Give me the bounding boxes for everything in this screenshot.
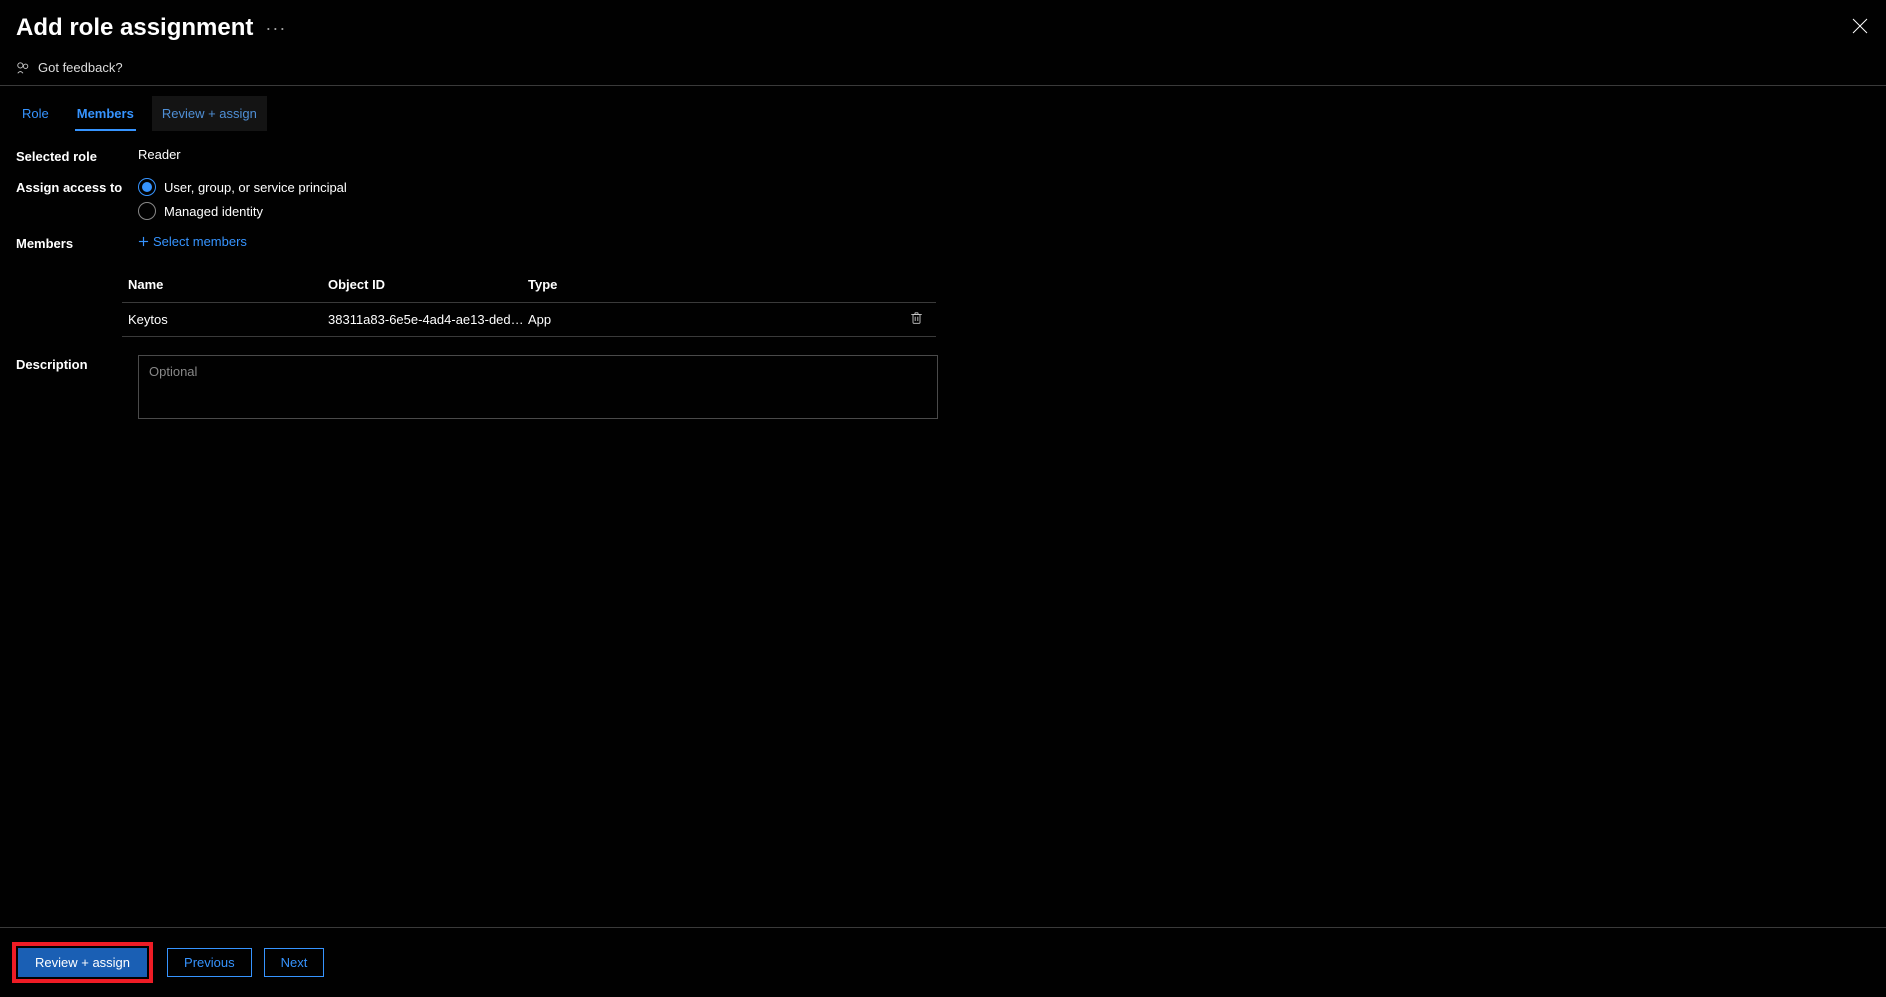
th-object-id: Object ID: [328, 277, 528, 292]
description-input[interactable]: [138, 355, 938, 419]
row-selected-role: Selected role Reader: [16, 147, 1870, 164]
row-members: Members Select members: [16, 234, 1870, 251]
radio-user-label: User, group, or service principal: [164, 180, 347, 195]
table-header: Name Object ID Type: [122, 269, 936, 303]
plus-icon: [138, 236, 149, 247]
value-selected-role: Reader: [138, 147, 1870, 162]
delete-row-button[interactable]: [910, 311, 923, 325]
highlight-annotation: Review + assign: [12, 942, 153, 983]
tab-role[interactable]: Role: [12, 96, 59, 131]
th-name: Name: [128, 277, 328, 292]
feedback-icon: [16, 61, 30, 75]
label-assign-access: Assign access to: [16, 178, 138, 195]
close-button[interactable]: [1852, 18, 1868, 34]
radio-unselected-icon: [138, 202, 156, 220]
td-name: Keytos: [128, 312, 328, 327]
radio-selected-icon: [138, 178, 156, 196]
th-type: Type: [528, 277, 896, 292]
feedback-link[interactable]: Got feedback?: [38, 60, 123, 75]
table-body: Keytos 38311a83-6e5e-4ad4-ae13-ded6147c4…: [122, 303, 936, 337]
td-delete: [896, 311, 936, 328]
td-object-id: 38311a83-6e5e-4ad4-ae13-ded6147c43...: [328, 312, 528, 327]
panel-header: Add role assignment ···: [0, 0, 1886, 52]
members-actions: Select members: [138, 234, 1870, 250]
close-icon: [1852, 18, 1868, 34]
radio-managed-label: Managed identity: [164, 204, 263, 219]
form-area: Selected role Reader Assign access to Us…: [0, 131, 1886, 251]
tabs: Role Members Review + assign: [0, 96, 1886, 131]
members-table: Name Object ID Type Keytos 38311a83-6e5e…: [122, 269, 936, 337]
label-description: Description: [16, 355, 138, 419]
label-members: Members: [16, 234, 138, 251]
page-title: Add role assignment: [16, 14, 253, 42]
table-row: Keytos 38311a83-6e5e-4ad4-ae13-ded6147c4…: [122, 303, 936, 337]
feedback-bar: Got feedback?: [0, 52, 1886, 86]
trash-icon: [910, 311, 923, 325]
select-members-link[interactable]: Select members: [138, 234, 247, 249]
next-button[interactable]: Next: [264, 948, 325, 977]
radio-user-group[interactable]: User, group, or service principal: [138, 178, 1870, 196]
footer: Review + assign Previous Next: [0, 927, 1886, 997]
th-delete: [896, 277, 936, 292]
select-members-text: Select members: [153, 234, 247, 249]
review-assign-button[interactable]: Review + assign: [18, 948, 147, 977]
tab-members[interactable]: Members: [67, 96, 144, 131]
previous-button[interactable]: Previous: [167, 948, 252, 977]
tab-review-assign[interactable]: Review + assign: [152, 96, 267, 131]
td-type: App: [528, 312, 896, 327]
row-assign-access: Assign access to User, group, or service…: [16, 178, 1870, 226]
label-selected-role: Selected role: [16, 147, 138, 164]
assign-access-options: User, group, or service principal Manage…: [138, 178, 1870, 226]
more-icon[interactable]: ···: [265, 19, 286, 37]
row-description: Description: [0, 337, 1886, 419]
radio-managed-identity[interactable]: Managed identity: [138, 202, 1870, 220]
